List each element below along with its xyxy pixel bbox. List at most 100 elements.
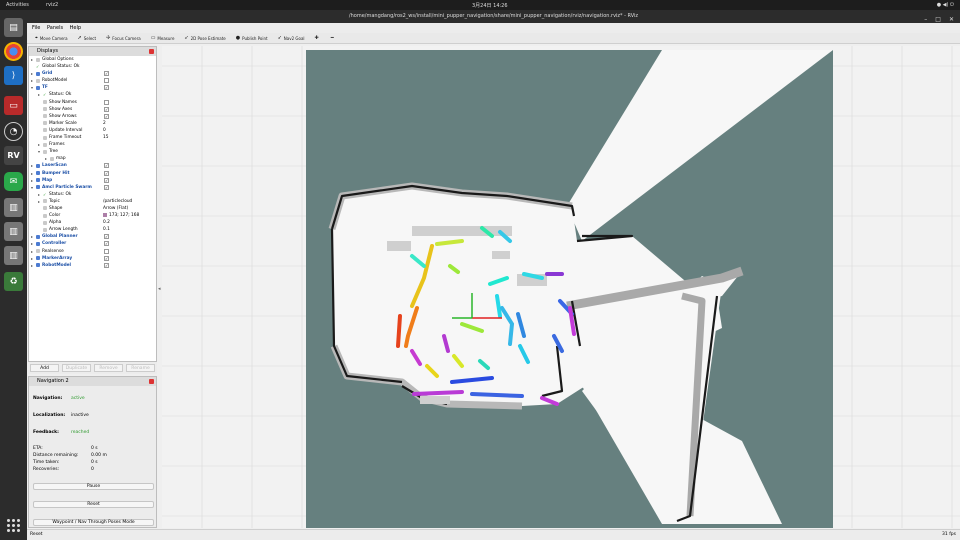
tool-ruler[interactable]: ▭ Measure <box>149 34 177 42</box>
display-row[interactable]: ▾ Amcl Particle Swarm ✓ <box>29 184 156 191</box>
render-3d-view[interactable] <box>162 46 960 528</box>
property-value[interactable]: 0.2 <box>103 219 110 226</box>
display-row[interactable]: ▾ Tree <box>29 148 156 155</box>
display-row[interactable]: ▸ ✓ Status: Ok <box>29 191 156 198</box>
display-row[interactable]: ▸ RobotModel <box>29 77 156 84</box>
expand-arrow-icon[interactable]: ▸ <box>31 233 33 240</box>
property-value[interactable]: 15 <box>103 134 108 141</box>
property-value[interactable]: 173; 127; 168 <box>103 212 139 219</box>
enable-checkbox[interactable]: ✓ <box>104 241 109 247</box>
speedometer-icon[interactable]: ◔ <box>4 122 23 141</box>
display-row[interactable]: ▸ Controller ✓ <box>29 240 156 247</box>
enable-checkbox[interactable]: ✓ <box>104 255 109 261</box>
expand-arrow-icon[interactable]: ▸ <box>31 240 33 247</box>
property-value[interactable]: 0 <box>103 127 106 134</box>
tool-remove-tool[interactable]: ━ <box>329 34 338 42</box>
remove-display-button[interactable]: Remove <box>94 364 123 372</box>
enable-checkbox[interactable]: ✓ <box>104 106 109 112</box>
tool-cursor[interactable]: ➚ Select <box>76 34 99 42</box>
property-value[interactable]: 0.1 <box>103 226 110 233</box>
rename-display-button[interactable]: Rename <box>126 364 155 372</box>
tool-nav-goal[interactable]: ➶ Nav2 Goal <box>276 34 307 42</box>
expand-arrow-icon[interactable]: ▸ <box>31 177 33 184</box>
display-row[interactable]: Show Axes ✓ <box>29 106 156 113</box>
expand-arrow-icon[interactable]: ▸ <box>31 56 33 63</box>
display-row[interactable]: ▸ Map ✓ <box>29 177 156 184</box>
drive-icon-2[interactable]: ▥ <box>4 222 23 241</box>
expand-arrow-icon[interactable]: ▸ <box>38 141 40 148</box>
tool-focus[interactable]: ✢ Focus Camera <box>104 34 143 42</box>
expand-arrow-icon[interactable]: ▸ <box>38 91 40 98</box>
expand-arrow-icon[interactable]: ▸ <box>45 155 47 162</box>
window-titlebar[interactable]: /home/mangdang/ros2_ws/install/mini_pupp… <box>27 10 960 23</box>
enable-checkbox[interactable] <box>104 248 109 254</box>
tool-publish-point[interactable]: ● Publish Point <box>234 34 270 42</box>
map-canvas[interactable] <box>162 46 960 528</box>
expand-arrow-icon[interactable]: ▸ <box>31 262 33 269</box>
display-row[interactable]: ▸ Bumper Hit ✓ <box>29 170 156 177</box>
property-value[interactable]: /particlecloud <box>103 198 132 205</box>
enable-checkbox[interactable]: ✓ <box>104 170 109 176</box>
status-reset-button[interactable]: Reset <box>30 532 43 537</box>
display-row[interactable]: Arrow Length 0.1 <box>29 226 156 233</box>
property-value[interactable]: Arrow (Flat) <box>103 205 128 212</box>
waypoint-mode-button[interactable]: Waypoint / Nav Through Poses Mode <box>33 519 154 526</box>
display-row[interactable]: ✓ Global Status: Ok <box>29 63 156 70</box>
display-row[interactable]: Show Arrows ✓ <box>29 113 156 120</box>
files-icon[interactable]: ▤ <box>4 18 23 37</box>
chrome-icon[interactable] <box>4 42 23 61</box>
display-row[interactable]: ▸ Realsense <box>29 248 156 255</box>
expand-arrow-icon[interactable]: ▸ <box>31 170 33 177</box>
wechat-icon[interactable]: ✉ <box>4 172 23 191</box>
display-row[interactable]: Marker Scale 2 <box>29 120 156 127</box>
enable-checkbox[interactable]: ✓ <box>104 234 109 240</box>
enable-checkbox[interactable]: ✓ <box>104 163 109 169</box>
display-row[interactable]: Alpha 0.2 <box>29 219 156 226</box>
display-row[interactable]: ▸ LaserScan ✓ <box>29 162 156 169</box>
panel-close-icon[interactable] <box>149 49 154 54</box>
expand-arrow-icon[interactable]: ▸ <box>31 255 33 262</box>
activities-button[interactable]: Activities <box>6 2 29 8</box>
expand-arrow-icon[interactable]: ▾ <box>31 84 33 91</box>
expand-arrow-icon[interactable]: ▾ <box>31 184 33 191</box>
menu-panels[interactable]: Panels <box>47 25 63 31</box>
display-row[interactable]: ▸ Grid ✓ <box>29 70 156 77</box>
pause-button[interactable]: Pause <box>33 483 154 490</box>
display-row[interactable]: ▸ Topic/particlecloud <box>29 198 156 205</box>
property-value[interactable]: 2 <box>103 120 106 127</box>
menu-file[interactable]: File <box>32 25 40 31</box>
display-row[interactable]: ▸ ✓ Status: Ok <box>29 91 156 98</box>
expand-arrow-icon[interactable]: ▸ <box>38 198 40 205</box>
system-tray[interactable]: ● ◀) ⏻ <box>937 2 954 8</box>
display-row[interactable]: ▸ MarkerArray ✓ <box>29 255 156 262</box>
display-row[interactable]: Update Interval 0 <box>29 127 156 134</box>
tool-camera[interactable]: ⌖ Move Camera <box>33 34 70 42</box>
expand-arrow-icon[interactable]: ▸ <box>31 248 33 255</box>
drive-icon-3[interactable]: ▥ <box>4 246 23 265</box>
terminal-icon[interactable]: ▭ <box>4 96 23 115</box>
display-row[interactable]: ▸ RobotModel ✓ <box>29 262 156 269</box>
add-display-button[interactable]: Add <box>30 364 59 372</box>
display-row[interactable]: ▸ Frames <box>29 141 156 148</box>
display-row[interactable]: ▸ map <box>29 155 156 162</box>
expand-arrow-icon[interactable]: ▸ <box>31 77 33 84</box>
enable-checkbox[interactable]: ✓ <box>104 262 109 268</box>
display-row[interactable]: ▸ Global Options <box>29 56 156 63</box>
enable-checkbox[interactable]: ✓ <box>104 184 109 190</box>
menu-help[interactable]: Help <box>70 25 81 31</box>
display-row[interactable]: Show Names <box>29 99 156 106</box>
display-row[interactable]: ▸ Global Planner ✓ <box>29 233 156 240</box>
displays-tree[interactable]: ▸ Global Options ✓ Global Status: Ok ▸ Grid ✓ ▸… <box>29 56 156 269</box>
enable-checkbox[interactable]: ✓ <box>104 71 109 77</box>
panel-close-icon[interactable] <box>149 379 154 384</box>
enable-checkbox[interactable]: ✓ <box>104 177 109 183</box>
display-row[interactable]: Color 173; 127; 168 <box>29 212 156 219</box>
expand-arrow-icon[interactable]: ▸ <box>31 70 33 77</box>
enable-checkbox[interactable] <box>104 99 109 105</box>
display-row[interactable]: ▾ TF ✓ <box>29 84 156 91</box>
enable-checkbox[interactable] <box>104 78 109 84</box>
enable-checkbox[interactable]: ✓ <box>104 113 109 119</box>
expand-arrow-icon[interactable]: ▸ <box>38 191 40 198</box>
trash-icon[interactable]: ♻ <box>4 272 23 291</box>
collapse-left-icon[interactable]: ◂ <box>158 286 161 292</box>
